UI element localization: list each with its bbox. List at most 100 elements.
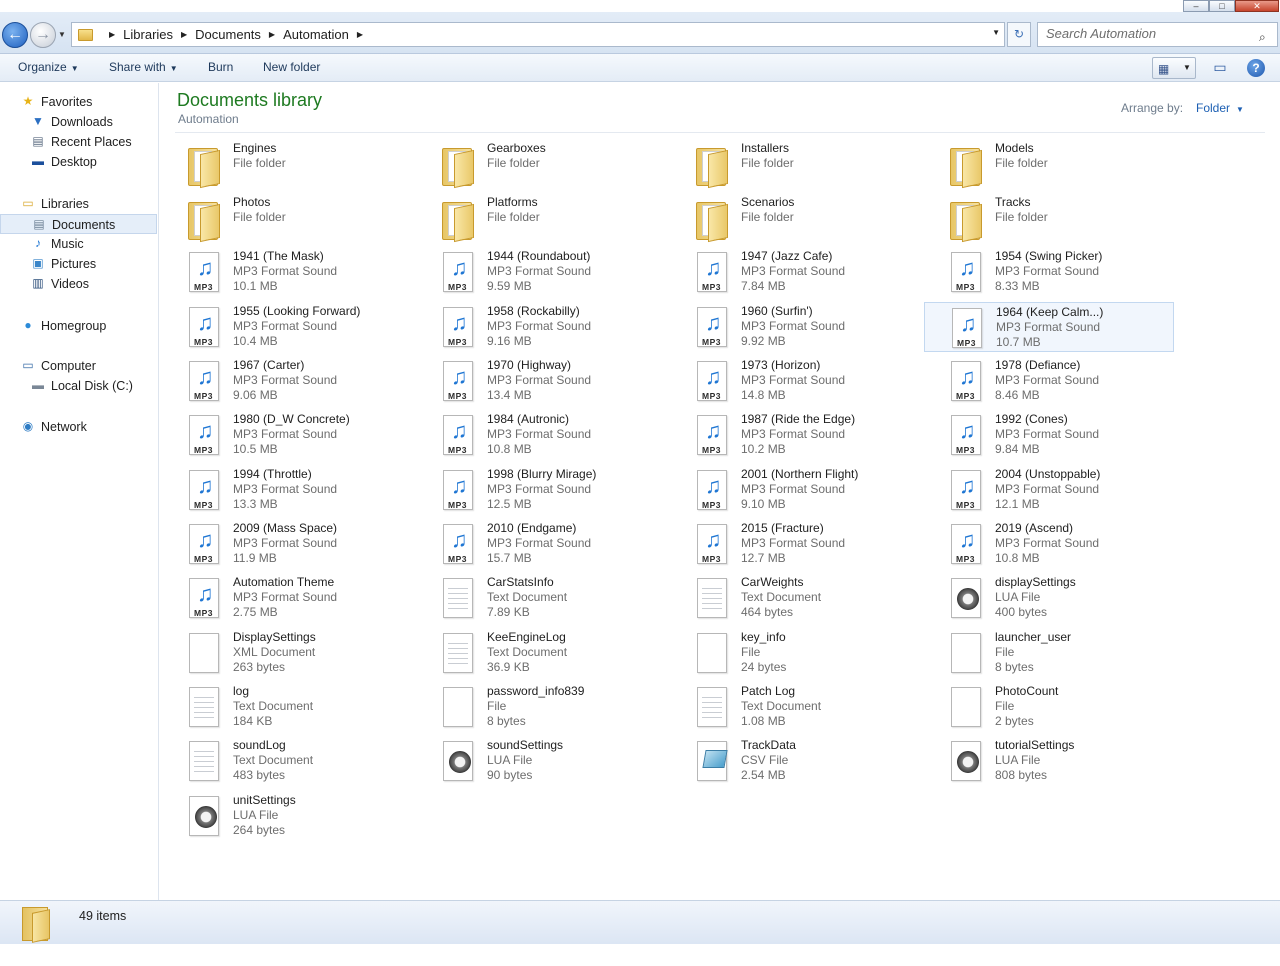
sidebar-item-downloads[interactable]: ▼ Downloads <box>0 112 157 132</box>
burn-button[interactable]: Burn <box>208 60 233 74</box>
file-tile[interactable]: ♫ MP3 2010 (Endgame) MP3 Format Sound 15.7 M… <box>416 519 666 569</box>
file-tile[interactable]: tutorialSettings LUA File 808 bytes <box>924 736 1174 786</box>
blank-file-icon <box>694 631 728 675</box>
file-tile[interactable]: ♫ MP3 1987 (Ride the Edge) MP3 Format Sound… <box>670 410 920 460</box>
file-size: 24 bytes <box>741 660 787 674</box>
change-view-button[interactable]: ▦ ▼ <box>1152 57 1196 79</box>
file-tile[interactable]: ♫ MP3 1955 (Looking Forward) MP3 Format Sou… <box>162 302 412 352</box>
file-tile[interactable]: Tracks File folder <box>924 193 1174 243</box>
file-tile[interactable]: Installers File folder <box>670 139 920 189</box>
file-tile[interactable]: Platforms File folder <box>416 193 666 243</box>
file-name: key_info <box>741 630 786 644</box>
file-tile[interactable]: soundSettings LUA File 90 bytes <box>416 736 666 786</box>
address-dropdown-icon[interactable]: ▼ <box>992 28 1000 37</box>
mp3-icon: ♫ MP3 <box>186 576 220 620</box>
file-tile[interactable]: password_info839 File 8 bytes <box>416 682 666 732</box>
folder-icon <box>694 142 728 189</box>
file-tile[interactable]: Gearboxes File folder <box>416 139 666 189</box>
file-tile[interactable]: ♫ MP3 1998 (Blurry Mirage) MP3 Format Sound… <box>416 465 666 515</box>
file-tile[interactable]: ♫ MP3 1964 (Keep Calm...) MP3 Format Sound 1… <box>924 302 1174 352</box>
file-tile[interactable]: ♫ MP3 1973 (Horizon) MP3 Format Sound 14.8 M… <box>670 356 920 406</box>
sidebar-item-favorites[interactable]: ★ Favorites <box>0 92 157 112</box>
sidebar-item-documents[interactable]: ▤ Documents <box>0 214 157 234</box>
refresh-button[interactable]: ↻ <box>1007 22 1031 47</box>
file-tile[interactable]: soundLog Text Document 483 bytes <box>162 736 412 786</box>
chevron-right-icon[interactable]: ▶ <box>181 30 187 39</box>
chevron-right-icon[interactable]: ▶ <box>357 30 363 39</box>
sidebar-item-network[interactable]: ◉ Network <box>0 417 157 437</box>
search-input[interactable]: Search Automation ⌕ <box>1037 22 1278 47</box>
file-tile[interactable]: ♫ MP3 1954 (Swing Picker) MP3 Format Sound 8… <box>924 247 1174 297</box>
sidebar-item-computer[interactable]: ▭ Computer <box>0 356 157 376</box>
chevron-right-icon[interactable]: ▶ <box>269 30 275 39</box>
file-tile[interactable]: ♫ MP3 1994 (Throttle) MP3 Format Sound 13.3 … <box>162 465 412 515</box>
file-tile[interactable]: ♫ MP3 2009 (Mass Space) MP3 Format Sound 11.… <box>162 519 412 569</box>
file-tile[interactable]: Models File folder <box>924 139 1174 189</box>
sidebar-item-music[interactable]: ♪ Music <box>0 234 157 254</box>
file-tile[interactable]: ♫ MP3 1978 (Defiance) MP3 Format Sound 8.46 … <box>924 356 1174 406</box>
organize-menu[interactable]: Organize ▼ <box>18 60 79 74</box>
file-tile[interactable]: ♫ MP3 2001 (Northern Flight) MP3 Format Sou… <box>670 465 920 515</box>
file-tile[interactable]: ♫ MP3 1944 (Roundabout) MP3 Format Sound 9.5… <box>416 247 666 297</box>
sidebar-item-libraries[interactable]: ▭ Libraries <box>0 194 157 214</box>
help-button[interactable]: ? <box>1247 59 1265 77</box>
file-tile[interactable]: ♫ MP3 1984 (Autronic) MP3 Format Sound 10.8 … <box>416 410 666 460</box>
file-tile[interactable]: launcher_user File 8 bytes <box>924 628 1174 678</box>
file-tile[interactable]: DisplaySettings XML Document 263 bytes <box>162 628 412 678</box>
file-tile[interactable]: CarStatsInfo Text Document 7.89 KB <box>416 573 666 623</box>
file-tile[interactable]: Patch Log Text Document 1.08 MB <box>670 682 920 732</box>
file-tile[interactable]: ♫ MP3 1958 (Rockabilly) MP3 Format Sound 9.1… <box>416 302 666 352</box>
chevron-down-icon: ▼ <box>70 64 79 73</box>
file-tile[interactable]: ♫ MP3 1941 (The Mask) MP3 Format Sound 10.1 … <box>162 247 412 297</box>
file-tile[interactable]: Engines File folder <box>162 139 412 189</box>
chevron-right-icon[interactable]: ▶ <box>109 30 115 39</box>
file-tile[interactable]: Photos File folder <box>162 193 412 243</box>
file-tile[interactable]: TrackData CSV File 2.54 MB <box>670 736 920 786</box>
file-tile[interactable]: ♫ MP3 1967 (Carter) MP3 Format Sound 9.06 MB <box>162 356 412 406</box>
file-tile[interactable]: CarWeights Text Document 464 bytes <box>670 573 920 623</box>
file-tile[interactable]: KeeEngineLog Text Document 36.9 KB <box>416 628 666 678</box>
file-tile[interactable]: ♫ MP3 1960 (Surfin') MP3 Format Sound 9.92 M… <box>670 302 920 352</box>
breadcrumb-documents[interactable]: Documents <box>195 27 261 42</box>
breadcrumb-libraries[interactable]: Libraries <box>123 27 173 42</box>
sidebar-item-desktop[interactable]: ▬ Desktop <box>0 152 157 172</box>
file-name: CarStatsInfo <box>487 575 554 589</box>
file-type: MP3 Format Sound <box>741 536 846 550</box>
file-tile[interactable]: ♫ MP3 1992 (Cones) MP3 Format Sound 9.84 MB <box>924 410 1174 460</box>
sidebar-item-videos[interactable]: ▥ Videos <box>0 274 157 294</box>
minimize-button[interactable]: – <box>1183 0 1209 12</box>
file-tile[interactable]: ♫ MP3 2019 (Ascend) MP3 Format Sound 10.8 MB <box>924 519 1174 569</box>
arrange-by-dropdown[interactable]: Folder ▼ <box>1196 101 1244 115</box>
file-tile[interactable]: key_info File 24 bytes <box>670 628 920 678</box>
back-button[interactable]: ← <box>2 22 28 48</box>
maximize-button[interactable]: □ <box>1209 0 1235 12</box>
sidebar-item-local-disk[interactable]: ▬ Local Disk (C:) <box>0 376 157 396</box>
share-with-menu[interactable]: Share with ▼ <box>109 60 178 74</box>
chevron-down-icon[interactable]: ▼ <box>1183 63 1191 72</box>
file-type: MP3 Format Sound <box>741 264 846 278</box>
file-name: 1960 (Surfin') <box>741 304 813 318</box>
close-button[interactable]: ✕ <box>1235 0 1279 12</box>
breadcrumb-automation[interactable]: Automation <box>283 27 349 42</box>
sidebar-item-pictures[interactable]: ▣ Pictures <box>0 254 157 274</box>
forward-button[interactable]: → <box>30 22 56 48</box>
file-tile[interactable]: ♫ MP3 1947 (Jazz Cafe) MP3 Format Sound 7.84… <box>670 247 920 297</box>
blank-file-icon <box>948 631 982 675</box>
new-folder-button[interactable]: New folder <box>263 60 320 74</box>
sidebar-item-homegroup[interactable]: ● Homegroup <box>0 316 157 336</box>
preview-pane-button[interactable]: ▭ <box>1210 59 1230 77</box>
file-tile[interactable]: PhotoCount File 2 bytes <box>924 682 1174 732</box>
search-icon[interactable]: ⌕ <box>1259 26 1273 44</box>
file-tile[interactable]: ♫ MP3 1970 (Highway) MP3 Format Sound 13.4 M… <box>416 356 666 406</box>
file-tile[interactable]: ♫ MP3 1980 (D_W Concrete) MP3 Format Sound 1… <box>162 410 412 460</box>
sidebar-item-recent-places[interactable]: ▤ Recent Places <box>0 132 157 152</box>
file-tile[interactable]: unitSettings LUA File 264 bytes <box>162 791 412 841</box>
file-tile[interactable]: ♫ MP3 2004 (Unstoppable) MP3 Format Sound 12… <box>924 465 1174 515</box>
breadcrumb[interactable]: ▶ Libraries ▶ Documents ▶ Automation ▶ ▼ <box>71 22 1005 47</box>
recent-pages-dropdown-icon[interactable]: ▼ <box>58 28 68 42</box>
file-tile[interactable]: ♫ MP3 2015 (Fracture) MP3 Format Sound 12.7 … <box>670 519 920 569</box>
file-tile[interactable]: Scenarios File folder <box>670 193 920 243</box>
file-tile[interactable]: displaySettings LUA File 400 bytes <box>924 573 1174 623</box>
file-tile[interactable]: log Text Document 184 KB <box>162 682 412 732</box>
file-tile[interactable]: ♫ MP3 Automation Theme MP3 Format Sound 2.75… <box>162 573 412 623</box>
